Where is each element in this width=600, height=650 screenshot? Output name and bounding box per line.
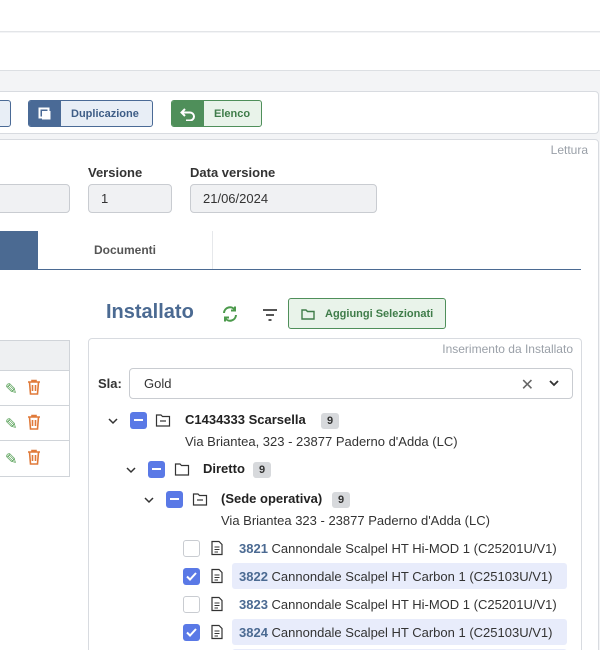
sub-bar: [0, 33, 600, 71]
list-item[interactable]: 3821 Cannondale Scalpel HT Hi-MOD 1 (C25…: [239, 541, 557, 556]
date-version-field[interactable]: 21/06/2024: [190, 184, 377, 213]
duplicate-button-label: Duplicazione: [71, 107, 139, 120]
tab-active[interactable]: [0, 231, 38, 269]
field-partial[interactable]: [0, 184, 70, 213]
filter-icon[interactable]: [261, 306, 279, 324]
site-address: Via Briantea 323 - 23877 Paderno d'Adda …: [221, 513, 490, 528]
item-checkbox[interactable]: [183, 624, 200, 641]
sla-value: Gold: [144, 376, 172, 391]
table-header: [0, 341, 69, 371]
list-button-label: Elenco: [214, 107, 251, 120]
document-icon: [211, 568, 223, 584]
installed-title: Installato: [106, 301, 194, 323]
mode-label: Lettura: [550, 143, 588, 157]
table-row: ✎: [0, 406, 69, 441]
trash-icon[interactable]: [27, 449, 41, 465]
direct-checkbox[interactable]: [148, 461, 165, 478]
top-bar: [0, 0, 600, 32]
edit-icon[interactable]: ✎: [5, 380, 18, 398]
list-button[interactable]: Elenco: [171, 100, 262, 127]
undo-icon: [172, 101, 204, 126]
count-badge: 9: [332, 492, 351, 508]
count-badge: 9: [321, 413, 340, 429]
site-label[interactable]: (Sede operativa): [221, 491, 322, 506]
document-panel: Lettura Versione 1 Data versione 21/06/2…: [0, 139, 599, 650]
item-checkbox[interactable]: [183, 568, 200, 585]
duplicate-button[interactable]: Duplicazione: [28, 100, 153, 127]
folder-open-icon: [155, 414, 171, 427]
list-item[interactable]: 3824 Cannondale Scalpel HT Carbon 1 (C25…: [239, 625, 552, 640]
customer-address: Via Briantea, 323 - 23877 Paderno d'Adda…: [185, 434, 458, 449]
add-selected-button[interactable]: Aggiungi Selezionati: [288, 298, 446, 329]
chevron-down-icon[interactable]: [107, 415, 119, 427]
date-version-label: Data versione: [190, 165, 276, 180]
sla-select[interactable]: Gold ✕: [129, 368, 573, 399]
tab-documents[interactable]: Documenti: [38, 231, 213, 269]
direct-label[interactable]: Diretto: [203, 461, 245, 476]
customer-checkbox[interactable]: [130, 412, 147, 429]
customer-name[interactable]: C1434333 Scarsella: [185, 412, 306, 427]
folder-icon: [174, 463, 190, 476]
add-selected-label: Aggiungi Selezionati: [325, 307, 434, 320]
installed-tree-panel: Inserimento da Installato Sla: Gold ✕ C1…: [88, 338, 582, 650]
folder-open-icon: [192, 493, 208, 506]
refresh-icon[interactable]: [221, 305, 239, 323]
items-table-partial: ✎ ✎ ✎: [0, 340, 70, 477]
count-badge: 9: [253, 462, 272, 478]
version-label: Versione: [88, 165, 143, 180]
chevron-down-icon[interactable]: [125, 464, 137, 476]
toolbar-button-partial[interactable]: [0, 100, 11, 127]
folder-icon: [301, 308, 315, 320]
chevron-down-icon[interactable]: [143, 494, 155, 506]
site-checkbox[interactable]: [166, 491, 183, 508]
item-checkbox[interactable]: [183, 596, 200, 613]
list-item[interactable]: 3823 Cannondale Scalpel HT Hi-MOD 1 (C25…: [239, 597, 557, 612]
list-item[interactable]: 3822 Cannondale Scalpel HT Carbon 1 (C25…: [239, 569, 552, 584]
table-row: ✎: [0, 371, 69, 406]
document-icon: [211, 596, 223, 612]
document-icon: [211, 624, 223, 640]
edit-icon[interactable]: ✎: [5, 450, 18, 468]
item-checkbox[interactable]: [183, 540, 200, 557]
table-row: ✎: [0, 441, 69, 476]
chevron-down-icon[interactable]: [548, 377, 560, 389]
copy-icon: [29, 101, 61, 126]
action-toolbar: Duplicazione Elenco: [0, 91, 599, 134]
tab-underline: [0, 269, 581, 270]
version-field[interactable]: 1: [88, 184, 172, 213]
document-icon: [211, 540, 223, 556]
edit-icon[interactable]: ✎: [5, 415, 18, 433]
trash-icon[interactable]: [27, 379, 41, 395]
sla-label: Sla:: [98, 376, 122, 391]
trash-icon[interactable]: [27, 414, 41, 430]
section-label: Inserimento da Installato: [442, 342, 573, 356]
clear-icon[interactable]: ✕: [521, 375, 534, 395]
